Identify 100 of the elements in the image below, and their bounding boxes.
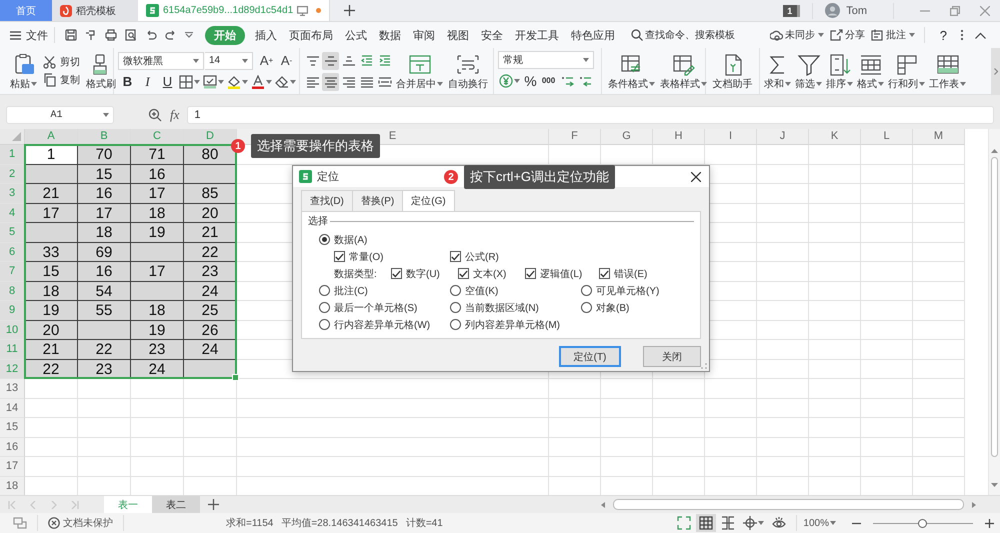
grow-font-button[interactable]: A$^{+}$ — [258, 52, 275, 70]
format-button[interactable]: 格式 — [855, 51, 886, 91]
document-tab[interactable]: 稻壳模板 — [52, 0, 138, 21]
close-button[interactable]: 关闭 — [643, 346, 701, 367]
sort-button[interactable]: 排序 — [824, 51, 855, 91]
checkbox-label[interactable]: 数字(U) — [406, 266, 440, 280]
worksheet-button[interactable]: 工作表 — [927, 51, 968, 91]
radio-button[interactable] — [319, 234, 330, 245]
print-preview-icon[interactable] — [125, 29, 137, 41]
file-menu[interactable]: 文件 — [10, 28, 48, 42]
menu-tab[interactable]: 数据 — [373, 26, 407, 44]
column-header[interactable]: I — [705, 129, 757, 145]
align-middle-button[interactable] — [322, 52, 339, 70]
radio-label[interactable]: 数据(A) — [334, 232, 368, 246]
vertical-scrollbar[interactable] — [988, 129, 1000, 495]
thousands-separator-button[interactable]: 000 — [540, 72, 557, 90]
radio-label[interactable]: 行内容差异单元格(W) — [334, 318, 430, 332]
sheet-tab[interactable]: 表二 — [152, 496, 200, 513]
currency-button[interactable] — [498, 72, 521, 90]
checkbox-label[interactable]: 错误(E) — [614, 266, 648, 280]
underline-button[interactable]: U — [158, 72, 177, 90]
menu-tab[interactable]: 页面布局 — [283, 26, 339, 44]
wrap-text-button[interactable]: 自动换行 — [446, 51, 490, 91]
row-header[interactable]: 16 — [0, 438, 25, 457]
radio-button[interactable] — [450, 319, 461, 330]
save-icon[interactable] — [65, 29, 77, 41]
print-icon[interactable] — [105, 29, 117, 41]
menu-tab[interactable]: 视图 — [441, 26, 475, 44]
row-header[interactable]: 14 — [0, 398, 25, 418]
copy-button[interactable]: 复制 — [43, 73, 80, 87]
radio-label[interactable]: 批注(C) — [334, 284, 368, 298]
radio-label[interactable]: 当前数据区域(N) — [465, 300, 539, 314]
menu-tab[interactable]: 插入 — [249, 26, 283, 44]
checkbox[interactable] — [458, 268, 469, 279]
menu-tab[interactable]: 安全 — [475, 26, 509, 44]
merge-center-button[interactable]: 合并居中 — [394, 51, 445, 91]
checkbox[interactable] — [391, 268, 402, 279]
zoom-icon[interactable] — [148, 108, 162, 122]
fill-handle[interactable] — [232, 374, 239, 381]
radio-label[interactable]: 可见单元格(Y) — [596, 284, 660, 298]
radio-label[interactable]: 列内容差异单元格(M) — [465, 318, 560, 332]
column-header[interactable]: H — [653, 129, 705, 145]
search-field[interactable]: 查找命令、搜索模板 — [631, 29, 741, 41]
bold-button[interactable]: B — [118, 72, 137, 90]
radio-button[interactable] — [319, 319, 330, 330]
row-header[interactable]: 13 — [0, 379, 25, 398]
conditional-format-button[interactable]: 条件格式 — [606, 51, 657, 91]
column-header[interactable]: J — [757, 129, 809, 145]
toolbar-button[interactable]: 未同步 — [770, 28, 824, 42]
menu-tab[interactable]: 审阅 — [407, 26, 441, 44]
checkbox-label[interactable]: 常量(O) — [349, 250, 384, 264]
undo-icon[interactable] — [145, 29, 157, 41]
checkbox[interactable] — [334, 251, 345, 262]
percent-button[interactable]: % — [522, 72, 539, 90]
column-header[interactable]: L — [861, 129, 913, 145]
radio-button[interactable] — [450, 302, 461, 313]
cut-button[interactable]: 剪切 — [43, 55, 80, 69]
filter-button[interactable]: 筛选 — [793, 51, 824, 91]
italic-button[interactable]: I — [138, 72, 157, 90]
toolbar-button[interactable]: 分享 — [830, 28, 865, 42]
column-header[interactable]: K — [809, 129, 861, 145]
document-assistant-button[interactable]: 文档助手 — [710, 51, 754, 91]
zoom-in-icon[interactable] — [985, 518, 994, 528]
function-button[interactable]: fx — [170, 107, 180, 123]
window-count-badge[interactable]: 1 — [783, 4, 800, 16]
menu-tab[interactable]: 公式 — [339, 26, 373, 44]
borders-button[interactable] — [178, 72, 201, 90]
close-icon[interactable] — [691, 172, 701, 182]
font-name-field[interactable]: 微软雅黑 — [118, 52, 204, 70]
checkbox[interactable] — [450, 251, 461, 262]
customize-icon[interactable] — [185, 32, 193, 38]
name-box[interactable]: A1 — [6, 106, 114, 124]
collapse-icon[interactable] — [975, 32, 986, 38]
protection-status[interactable]: 文档未保护 — [48, 516, 113, 530]
number-format-field[interactable]: 常规 — [498, 51, 594, 69]
locate-button[interactable]: 定位(T) — [559, 346, 621, 367]
checkbox[interactable] — [599, 268, 610, 279]
table-style-button[interactable]: 表格样式 — [658, 51, 709, 91]
checkbox-label[interactable]: 逻辑值(L) — [540, 266, 582, 280]
font-color-button[interactable] — [250, 72, 273, 90]
zoom-level-dropdown[interactable]: 100% — [803, 518, 836, 528]
checkbox-label[interactable]: 公式(R) — [465, 250, 499, 264]
radio-label[interactable]: 空值(K) — [465, 284, 498, 298]
radio-label[interactable]: 对象(B) — [596, 300, 630, 314]
column-header[interactable]: F — [549, 129, 601, 145]
row-header[interactable]: 18 — [0, 476, 25, 495]
shrink-font-button[interactable]: A$^{-}$ — [278, 52, 295, 70]
sum-button[interactable]: 求和 — [762, 51, 793, 91]
format-painter-button[interactable]: 格式刷 — [84, 51, 118, 91]
menu-tab[interactable]: 特色应用 — [565, 26, 621, 44]
toolbar-button[interactable]: 批注 — [870, 28, 915, 42]
view-mode-button[interactable] — [696, 514, 716, 532]
radio-button[interactable] — [319, 302, 330, 313]
radio-label[interactable]: 最后一个单元格(S) — [334, 300, 418, 314]
checkbox[interactable] — [525, 268, 536, 279]
help-button[interactable]: ? — [940, 28, 947, 42]
radio-button[interactable] — [319, 285, 330, 296]
radio-button[interactable] — [581, 302, 592, 313]
radio-button[interactable] — [450, 285, 461, 296]
align-center-button[interactable] — [322, 72, 339, 90]
